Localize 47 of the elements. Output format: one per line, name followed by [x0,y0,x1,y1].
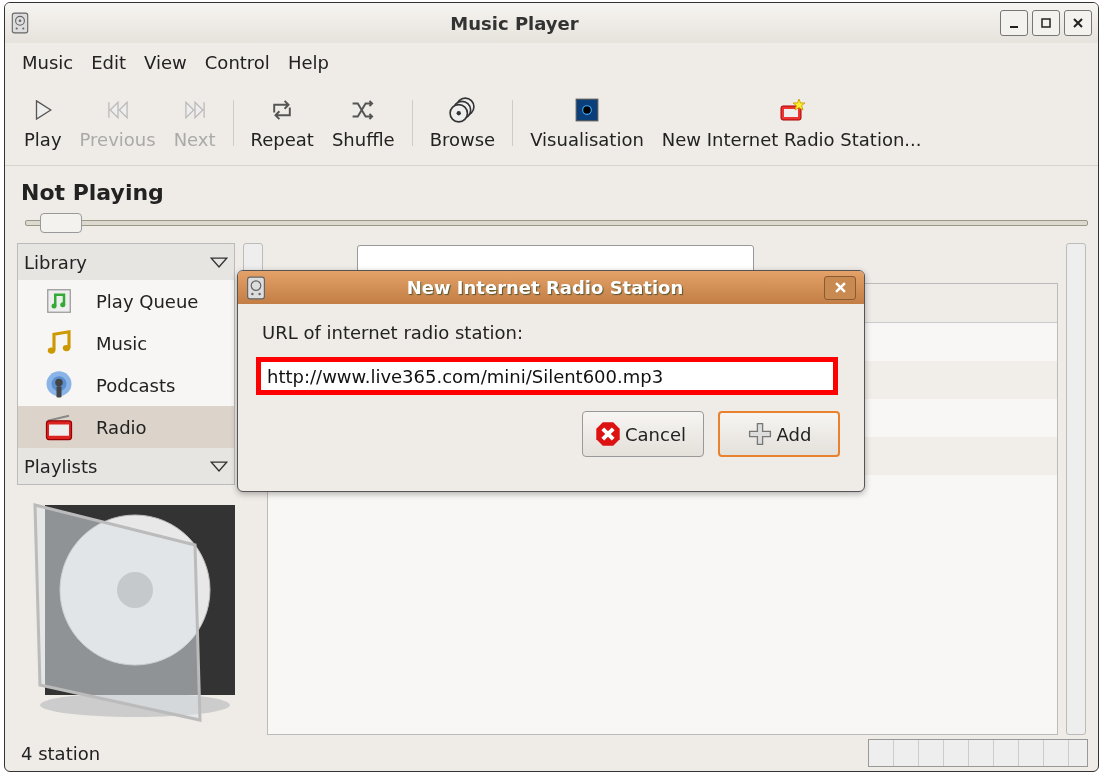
url-field[interactable]: http://www.live365.com/mini/Silent600.mp3 [256,357,838,395]
sidebar-item[interactable]: Music [18,322,234,364]
podcast-icon [44,370,74,400]
radio-icon [778,96,805,123]
sidebar-item[interactable]: Play Queue [18,280,234,322]
section-header[interactable]: Library [18,244,234,280]
dropdown-arrow-icon [210,256,228,268]
close-button[interactable] [1064,10,1092,36]
dropdown-arrow-icon [210,460,228,472]
close-icon [834,282,846,293]
add-button[interactable]: Add [718,411,840,457]
status-text: 4 station [21,742,101,764]
menu-item[interactable]: Help [278,51,338,73]
section-header[interactable]: Playlists [18,448,234,484]
radio-icon [44,412,74,442]
maximize-button[interactable] [1032,10,1060,36]
screen-icon [574,96,600,123]
sidebar-item[interactable]: Podcasts [18,364,234,406]
now-playing-title: Not Playing [20,179,165,207]
speaker-icon [246,275,266,300]
toolbar-button[interactable]: Play [15,96,71,150]
toolbar-button[interactable]: Browse [420,96,505,150]
cancel-button[interactable]: Cancel [582,411,704,457]
toolbar-button[interactable]: Visualisation [521,96,653,150]
menu-item[interactable]: Edit [82,51,136,73]
toolbar-button[interactable]: Repeat [241,96,323,150]
menu-item[interactable]: View [135,51,196,73]
toolbar-button[interactable]: New Internet Radio Station... [652,96,931,150]
note-icon [44,286,74,316]
dialog-title: New Internet Radio Station [405,277,685,298]
menu-item[interactable]: Music [13,51,83,73]
close-icon [1073,18,1083,28]
plus-icon [746,421,773,447]
toolbar-button[interactable]: Shuffle [322,96,404,150]
prompt-label: URL of internet radio station: [261,322,524,343]
slider-thumb[interactable] [40,213,83,233]
sidebar-item[interactable]: Radio [18,406,234,448]
scrollbar[interactable] [1066,243,1086,735]
discs-icon [449,96,476,123]
maximize-icon [1041,18,1051,28]
speaker-icon [11,12,29,34]
minimize-button[interactable] [1000,10,1028,36]
cancel-icon [595,421,621,447]
minimize-icon [1010,26,1018,28]
menu-item[interactable]: Control [195,51,279,73]
position-slider[interactable] [25,213,1088,233]
window-title: Music Player [449,12,580,34]
